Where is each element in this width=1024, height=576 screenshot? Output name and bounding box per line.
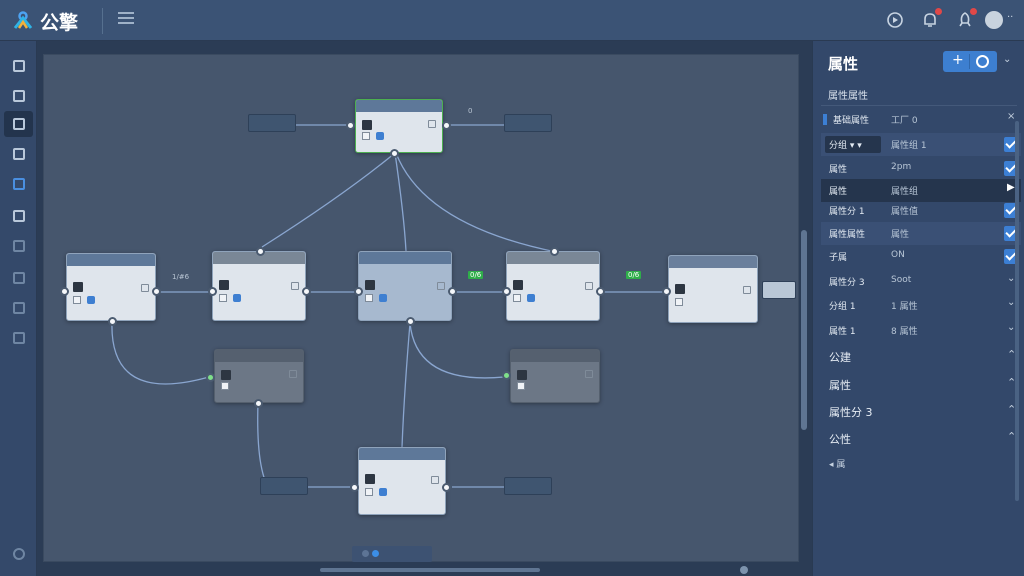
output-chip[interactable] [504, 114, 552, 132]
share-icon[interactable] [4, 295, 33, 321]
node-port[interactable] [346, 121, 355, 130]
plus-icon: + [952, 52, 964, 68]
add-button[interactable]: + [943, 51, 997, 72]
node-port[interactable] [256, 247, 265, 256]
flow-node[interactable] [355, 99, 443, 153]
nodes-icon[interactable] [4, 141, 33, 167]
flow-node[interactable] [510, 349, 600, 403]
record-icon[interactable] [885, 10, 905, 30]
input-chip[interactable] [260, 477, 308, 495]
group-header[interactable]: 属性 ⌃ [821, 371, 1021, 397]
node-port[interactable] [448, 287, 457, 296]
close-icon[interactable]: × [1007, 111, 1015, 122]
edge-label: 0/6 [468, 271, 484, 279]
play-icon[interactable]: ▶ [1007, 182, 1015, 193]
flow-canvas[interactable]: 0 1/#6 0/6 0/6 [43, 54, 799, 562]
node-port[interactable] [354, 287, 363, 296]
node-port[interactable] [206, 373, 215, 382]
package-icon[interactable] [4, 203, 33, 229]
node-port[interactable] [406, 317, 415, 326]
section-title: 属性属性 [828, 91, 868, 102]
node-port[interactable] [302, 287, 311, 296]
output-chip[interactable] [762, 281, 796, 299]
confirm-icon [976, 55, 989, 68]
flow-node[interactable] [358, 251, 452, 321]
chevron-down-icon[interactable]: ·· [1007, 12, 1013, 23]
output-chip[interactable] [504, 477, 552, 495]
node-port[interactable] [254, 399, 263, 408]
property-row[interactable]: 基础属性 工厂 0 × [821, 108, 1021, 131]
avatar[interactable] [985, 11, 1003, 29]
property-row[interactable]: 属性 1 8 属性 ⌄ [821, 319, 1021, 342]
share-alt-icon[interactable] [4, 325, 33, 351]
chart-icon[interactable] [4, 171, 33, 197]
app-title: 公擎 [40, 12, 79, 34]
property-row[interactable]: 属性 2pm [821, 157, 1021, 180]
flow-node[interactable] [212, 251, 306, 321]
layout-icon[interactable] [4, 83, 33, 109]
node-port[interactable] [108, 317, 117, 326]
top-bar: 公擎 ·· [0, 0, 1024, 41]
property-row[interactable]: 属性分 3 Soot ⌄ [821, 270, 1021, 293]
node-port[interactable] [502, 371, 511, 380]
divider [821, 105, 1017, 106]
node-port[interactable] [502, 287, 511, 296]
flow-node[interactable] [214, 349, 304, 403]
node-port[interactable] [442, 483, 451, 492]
left-rail [0, 41, 37, 576]
group-header[interactable]: 公建 ⌃ [821, 343, 1021, 369]
flow-node[interactable] [66, 253, 156, 321]
flow-node[interactable] [358, 447, 446, 515]
flow-node[interactable] [668, 255, 758, 323]
panel-title: 属性 [828, 55, 859, 73]
edge-label: 0/6 [626, 271, 642, 279]
node-port[interactable] [390, 149, 399, 158]
node-port[interactable] [662, 287, 671, 296]
property-row[interactable]: 属性分 1 属性值 [821, 199, 1021, 222]
property-row[interactable]: 子属 ON [821, 245, 1021, 268]
canvas-pager[interactable] [352, 546, 432, 562]
footer-note: ◂ 属 [829, 460, 846, 470]
node-port[interactable] [596, 287, 605, 296]
vertical-scrollbar[interactable] [801, 230, 807, 430]
node-port[interactable] [152, 287, 161, 296]
flow-node[interactable] [506, 251, 600, 321]
network-icon[interactable] [4, 233, 33, 259]
logo-icon[interactable] [12, 9, 34, 31]
grid-icon[interactable] [4, 53, 33, 79]
input-chip[interactable] [248, 114, 296, 132]
properties-panel: 属性 + ⌄ 属性属性 基础属性 工厂 0 × 分组 ▾ ▾ 属性组 1 属性 … [812, 41, 1024, 576]
edge-label: 1/#6 [172, 273, 190, 281]
list-icon[interactable] [4, 265, 33, 291]
notification-badge [934, 7, 943, 16]
settings-icon[interactable] [4, 541, 33, 567]
panel-scrollbar[interactable] [1015, 121, 1019, 501]
property-row[interactable]: 分组 ▾ ▾ 属性组 1 [821, 133, 1021, 156]
node-port[interactable] [442, 121, 451, 130]
horizontal-scrollbar[interactable] [320, 568, 540, 572]
tag-label: 0 [468, 107, 473, 115]
property-row[interactable]: 分组 1 1 属性 ⌄ [821, 294, 1021, 317]
divider [102, 8, 103, 34]
bell-icon[interactable] [920, 7, 943, 30]
node-port[interactable] [550, 247, 559, 256]
group-header[interactable]: 公性 ⌃ [821, 425, 1021, 451]
chevron-down-icon[interactable]: ⌄ [1003, 54, 1011, 65]
menu-icon[interactable] [118, 12, 134, 28]
rocket-icon[interactable] [955, 7, 978, 30]
node-port[interactable] [350, 483, 359, 492]
node-port[interactable] [60, 287, 69, 296]
notification-badge [969, 7, 978, 16]
cube-icon[interactable] [4, 111, 33, 137]
scroll-handle[interactable] [740, 566, 748, 574]
node-port[interactable] [208, 287, 217, 296]
property-row[interactable]: 属性属性 属性 [821, 222, 1021, 245]
group-header[interactable]: 属性分 3 ⌃ [821, 398, 1021, 424]
